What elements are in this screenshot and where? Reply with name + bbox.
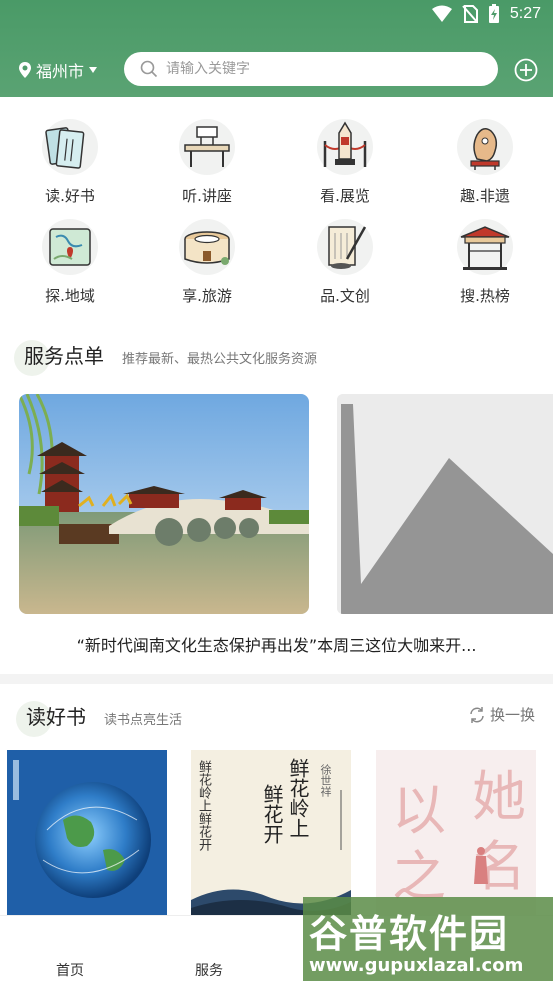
refresh-books-button[interactable]: 换一换 [468,704,535,725]
services-section-header: 服务点单 推荐最新、最热公共文化服务资源 [14,340,318,376]
category-exhibitions[interactable]: 看.展览 [290,119,400,206]
scroll-brush-icon [317,219,373,275]
refresh-icon [470,706,484,723]
section-subtitle: 推荐最新、最热公共文化服务资源 [122,352,318,367]
map-icon [42,219,98,275]
city-selector[interactable]: 福州市 [18,58,98,82]
category-cultural-products[interactable]: 品.文创 [290,219,400,306]
next-service-image-placeholder[interactable] [337,394,553,614]
wifi-icon [431,5,452,22]
category-explore-regions[interactable]: 探.地域 [15,219,125,306]
exhibition-icon [317,119,373,175]
book-title-line: 鲜花岭上 [196,760,211,812]
no-sim-icon [462,5,478,23]
watermark-url: www.gupuxlazal.com [309,955,524,976]
tulou-icon [179,219,235,275]
battery-charging-icon [488,4,499,23]
lecture-table-icon [179,119,235,175]
category-label: 读.好书 [45,187,95,205]
category-hot-list[interactable]: 搜.热榜 [430,219,540,306]
category-label: 享.旅游 [182,287,232,305]
book-title-char: 她 [472,765,526,828]
section-title: 读好书 [26,705,86,729]
category-label: 搜.热榜 [460,287,510,305]
book-spine-title: 鲜花岭上鲜花开 [195,760,211,851]
book-cover-flowers[interactable]: 鲜花岭上鲜花开 鲜花岭上 鲜花开 徐世祥 [191,750,351,915]
status-time: 5:27 [509,5,541,22]
pavilion-icon [457,219,513,275]
search-bar[interactable] [124,52,498,86]
book-title-line: 鲜花开 [196,812,211,851]
search-input[interactable] [166,61,466,77]
category-intangible-heritage[interactable]: 趣.非遗 [430,119,540,206]
site-watermark: 谷普软件园 www.gupuxlazal.com [303,897,553,981]
books-icon [42,119,98,175]
watermark-text: 谷普软件园 [309,912,510,956]
section-title: 服务点单 [24,344,104,368]
category-label: 探.地域 [45,287,95,305]
category-label: 看.展览 [320,187,370,205]
tab-home[interactable]: 首页 [56,960,84,980]
image-placeholder-icon [337,394,553,614]
section-subtitle: 读书点亮生活 [104,713,183,728]
featured-service-caption[interactable]: “新时代闽南文化生态保护再出发”本周三这位大咖来开... [0,632,553,656]
book-main-title: 鲜花岭上 [286,758,310,838]
app-header: 5:27 福州市 [0,0,553,97]
reading-section-header: 读好书 读书点亮生活 [16,701,183,737]
book-main-title-b: 鲜花开 [260,784,284,844]
stone-artifact-icon [457,119,513,175]
search-icon [140,60,158,78]
category-label: 听.讲座 [182,187,232,205]
city-name: 福州市 [36,62,85,81]
refresh-label: 换一换 [490,706,536,724]
status-icons: 5:27 [431,4,541,24]
status-bar: 5:27 [0,0,553,30]
figure-illustration [474,847,488,884]
caret-down-icon [89,67,98,73]
book-cover-earth[interactable] [7,750,167,915]
section-divider [0,674,553,684]
book-author: 徐世祥 [319,764,332,797]
add-circle-icon[interactable] [514,58,538,82]
tab-services[interactable]: 服务 [195,960,223,980]
location-pin-icon [19,62,31,78]
category-label: 趣.非遗 [460,187,510,205]
book-cover-her[interactable]: 以 她 之 名 [376,750,536,915]
category-travel[interactable]: 享.旅游 [152,219,262,306]
category-grid: 读.好书 听.讲座 看.展览 趣.非遗 探.地域 享.旅游 品.文创 搜.热榜 [0,97,553,322]
category-label: 品.文创 [320,287,370,305]
category-read-books[interactable]: 读.好书 [15,119,125,206]
category-lectures[interactable]: 听.讲座 [152,119,262,206]
featured-service-image[interactable] [19,394,309,614]
